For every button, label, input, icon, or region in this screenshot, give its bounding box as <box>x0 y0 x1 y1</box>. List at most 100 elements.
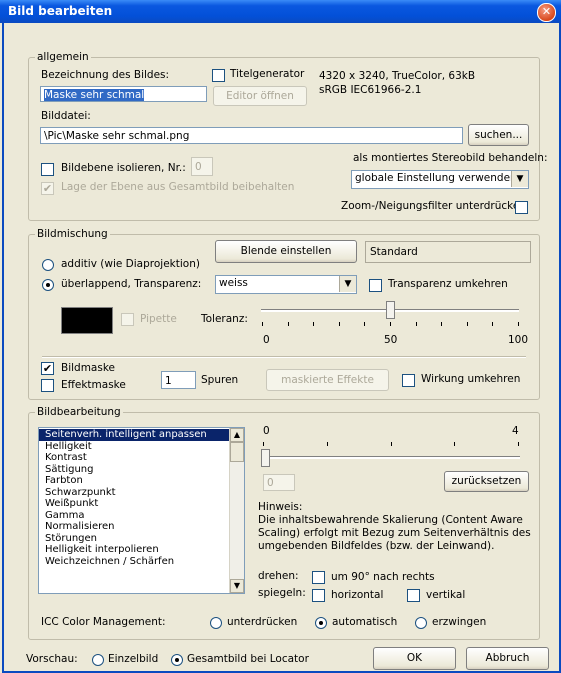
operation-list[interactable]: Seitenverh. intelligent anpassen Helligke… <box>38 427 245 594</box>
bildmaske-checkbox[interactable]: ✔ <box>41 362 54 375</box>
list-item[interactable]: Normalisieren <box>39 521 244 533</box>
chevron-down-icon[interactable]: ▼ <box>511 171 528 187</box>
tolerance-label: Toleranz: <box>201 313 248 325</box>
keep-position-checkbox[interactable]: ✔ <box>41 182 54 195</box>
invert-transparency-label: Transparenz umkehren <box>388 278 508 290</box>
effektmaske-checkbox[interactable] <box>41 379 54 392</box>
group-bildmischung-legend: Bildmischung <box>35 228 110 240</box>
isolate-layer-checkbox[interactable] <box>41 163 54 176</box>
list-item[interactable]: Seitenverh. intelligent anpassen <box>39 429 244 441</box>
icc-label: ICC Color Management: <box>41 616 166 628</box>
hint-text-3: umgebenden Bildfeldes (bzw. der Leinwand… <box>258 540 495 552</box>
list-item[interactable]: Störungen <box>39 533 244 545</box>
file-path-input[interactable]: \Pic\Maske sehr schmal.png <box>40 127 463 144</box>
ok-button[interactable]: OK <box>373 647 456 670</box>
edit-slider-track[interactable] <box>262 456 520 459</box>
list-item[interactable]: Kontrast <box>39 452 244 464</box>
rotate-checkbox[interactable] <box>312 571 325 584</box>
slider-tick <box>492 322 494 326</box>
slider-tick <box>390 442 392 446</box>
list-item[interactable]: Sättigung <box>39 464 244 476</box>
window-title: Bild bearbeiten <box>8 4 113 18</box>
zoom-filter-checkbox[interactable] <box>515 201 528 214</box>
pipette-checkbox[interactable] <box>121 313 134 326</box>
horizontal-label: horizontal <box>331 589 384 601</box>
list-item[interactable]: Schwarzpunkt <box>39 487 244 499</box>
vertikal-checkbox[interactable] <box>407 589 420 602</box>
spuren-label: Spuren <box>201 374 239 386</box>
file-label: Bilddatei: <box>41 110 91 122</box>
tolerance-mid-label: 50 <box>384 334 398 346</box>
wirkung-label: Wirkung umkehren <box>421 373 521 385</box>
layer-number-input[interactable]: 0 <box>191 157 213 176</box>
keep-position-label: Lage der Ebene aus Gesamtbild beibehalte… <box>61 181 295 193</box>
slider-tick <box>364 322 366 326</box>
list-item[interactable]: Weichzeichnen / Schärfen <box>39 556 244 568</box>
additiv-radio[interactable] <box>42 259 54 271</box>
search-button[interactable]: suchen... <box>468 124 529 146</box>
rotate-label: um 90° nach rechts <box>331 571 435 583</box>
spuren-input[interactable]: 1 <box>161 371 196 389</box>
stereo-label: als montiertes Stereobild behandeln: <box>353 152 548 164</box>
preview-gesamtbild-radio[interactable] <box>171 654 183 666</box>
masked-effects-button[interactable]: maskierte Effekte <box>266 369 389 391</box>
spiegeln-label: spiegeln: <box>258 587 306 599</box>
editor-open-button[interactable]: Editor öffnen <box>213 86 307 106</box>
slider-tick <box>466 322 468 326</box>
tolerance-slider-thumb[interactable] <box>386 301 395 319</box>
list-item[interactable]: Weißpunkt <box>39 498 244 510</box>
icc-unterdruecken-radio[interactable] <box>210 617 222 629</box>
ueberlappend-radio[interactable] <box>42 279 54 291</box>
name-input[interactable]: Maske sehr schmal <box>40 86 207 102</box>
list-item[interactable]: Gamma <box>39 510 244 522</box>
invert-transparency-checkbox[interactable] <box>369 279 382 292</box>
preview-einzelbild-radio[interactable] <box>92 654 104 666</box>
slider-tick <box>326 442 328 446</box>
chevron-down-icon[interactable]: ▼ <box>339 276 356 292</box>
list-item[interactable]: Farbton <box>39 475 244 487</box>
titelgenerator-label: Titelgenerator <box>230 68 305 80</box>
slider-tick <box>263 442 264 446</box>
icc-automatisch-label: automatisch <box>332 616 398 628</box>
title-bar[interactable]: Bild bearbeiten ✕ <box>0 0 561 23</box>
color-swatch[interactable] <box>61 307 113 334</box>
divider <box>42 356 526 358</box>
preview-label: Vorschau: <box>26 653 78 665</box>
icc-erzwingen-label: erzwingen <box>432 616 487 628</box>
close-icon[interactable]: ✕ <box>537 3 556 22</box>
edit-slider-thumb[interactable] <box>261 449 270 467</box>
slider-tick <box>338 322 340 326</box>
list-item[interactable]: Helligkeit <box>39 441 244 453</box>
vertikal-label: vertikal <box>426 589 466 601</box>
cancel-button[interactable]: Abbruch <box>466 647 549 670</box>
slider-min-label: 0 <box>263 425 270 437</box>
transparency-select[interactable]: weiss ▼ <box>215 275 357 294</box>
bildmaske-label: Bildmaske <box>61 362 116 374</box>
hint-title: Hinweis: <box>258 501 303 513</box>
hint-text-2: Scaling) erfolgt mit Bezug zum Seitenver… <box>258 527 531 539</box>
icc-automatisch-radio[interactable] <box>315 617 327 629</box>
list-scrollbar[interactable]: ▲ ▼ <box>229 428 244 593</box>
pipette-label: Pipette <box>140 313 177 325</box>
additiv-label: additiv (wie Diaprojektion) <box>61 258 200 270</box>
group-bildbearbeitung-legend: Bildbearbeitung <box>35 406 123 418</box>
slider-tick <box>518 322 519 326</box>
scroll-down-icon[interactable]: ▼ <box>230 579 244 593</box>
scroll-thumb[interactable] <box>230 442 244 462</box>
horizontal-checkbox[interactable] <box>312 589 325 602</box>
blende-value: Standard <box>365 241 531 263</box>
list-item[interactable]: Helligkeit interpolieren <box>39 544 244 556</box>
blende-button[interactable]: Blende einstellen <box>215 240 357 263</box>
slider-tick <box>287 322 289 326</box>
scroll-up-icon[interactable]: ▲ <box>230 428 244 442</box>
slider-tick <box>441 322 443 326</box>
zoom-filter-label: Zoom-/Neigungsfilter unterdrücken <box>341 200 526 212</box>
reset-button[interactable]: zurücksetzen <box>444 471 529 492</box>
icc-erzwingen-radio[interactable] <box>415 617 427 629</box>
slider-value-input[interactable]: 0 <box>263 474 295 491</box>
stereo-select[interactable]: globale Einstellung verwenden ▼ <box>351 170 529 189</box>
slider-tick <box>262 322 263 326</box>
wirkung-checkbox[interactable] <box>402 374 415 387</box>
preview-gesamtbild-label: Gesamtbild bei Locator <box>187 653 309 665</box>
titelgenerator-checkbox[interactable] <box>212 69 225 82</box>
